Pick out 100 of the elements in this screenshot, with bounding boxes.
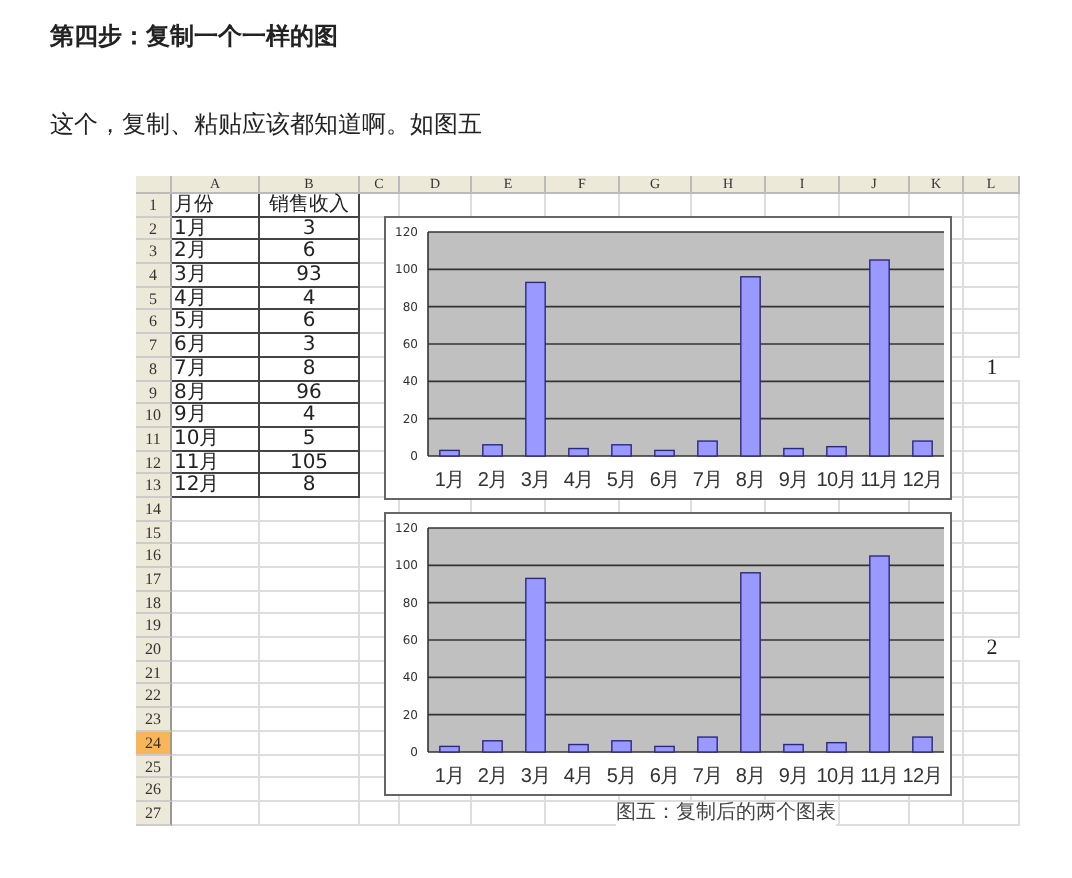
table-cell [964, 194, 1020, 218]
bar [912, 440, 933, 457]
row-header[interactable]: 3 [136, 240, 172, 265]
table-cell: 5月 [172, 310, 260, 335]
axis-label: 6月 [649, 766, 680, 788]
table-cell [964, 287, 1020, 311]
axis-label: 9月 [778, 470, 809, 492]
figure-caption: 图五：复制后的两个图表 [616, 802, 836, 826]
row-header[interactable]: 9 [136, 381, 172, 405]
table-cell: 3月 [172, 264, 260, 288]
row-header[interactable]: 24 [136, 731, 172, 755]
step-heading: 第四步：复制一个一样的图 [50, 20, 338, 52]
table-cell [260, 778, 360, 802]
axis-label: 1月 [434, 470, 465, 492]
bar [912, 736, 933, 753]
table-cell [964, 427, 1020, 452]
select-all-corner[interactable] [136, 176, 172, 194]
row-header[interactable]: 12 [136, 451, 172, 475]
row-header[interactable]: 2 [136, 217, 172, 241]
bar [826, 445, 847, 457]
table-cell [840, 801, 910, 826]
table-cell [172, 638, 260, 662]
row-header[interactable]: 11 [136, 427, 172, 452]
table-cell [472, 801, 546, 826]
row-header[interactable]: 23 [136, 708, 172, 732]
table-cell [172, 755, 260, 779]
row-header[interactable]: 22 [136, 684, 172, 709]
table-cell [260, 755, 360, 779]
table-cell [172, 684, 260, 709]
row-header[interactable]: 21 [136, 661, 172, 685]
table-cell [964, 381, 1020, 405]
table-cell [172, 544, 260, 568]
row-header[interactable]: 7 [136, 334, 172, 358]
axis-label: 2月 [477, 766, 508, 788]
bar [783, 447, 804, 457]
row-header[interactable]: 16 [136, 544, 172, 568]
table-cell: 93 [260, 264, 360, 288]
row-header[interactable]: 20 [136, 638, 172, 662]
row-header[interactable]: 25 [136, 755, 172, 779]
row-header[interactable]: 13 [136, 474, 172, 498]
table-cell [260, 801, 360, 826]
axis-label: 9月 [778, 766, 809, 788]
table-cell [172, 614, 260, 639]
bar [654, 745, 675, 753]
table-cell: 6月 [172, 334, 260, 358]
table-cell [172, 568, 260, 592]
table-cell [964, 521, 1020, 545]
table-cell [400, 801, 472, 826]
table-cell [964, 544, 1020, 568]
axis-label: 7月 [692, 766, 723, 788]
bar [654, 449, 675, 457]
table-cell: 10月 [172, 427, 260, 452]
table-cell [172, 521, 260, 545]
row-header[interactable]: 27 [136, 801, 172, 826]
row-header[interactable]: 26 [136, 778, 172, 802]
table-cell [964, 661, 1020, 685]
table-cell [964, 591, 1020, 615]
table-cell [260, 521, 360, 545]
table-cell [964, 240, 1020, 265]
row-header[interactable]: 10 [136, 404, 172, 428]
row-header[interactable]: 1 [136, 194, 172, 218]
row-header[interactable]: 18 [136, 591, 172, 615]
table-cell: 1月 [172, 217, 260, 241]
row-header[interactable]: 4 [136, 264, 172, 288]
table-cell: 2 [964, 638, 1020, 662]
table-cell [360, 801, 400, 826]
axis-label: 11月 [860, 470, 899, 492]
table-cell: 6 [260, 310, 360, 335]
axis-label: 3月 [520, 470, 551, 492]
axis-label: 6月 [649, 470, 680, 492]
axis-label: 4月 [563, 766, 594, 788]
bar [439, 449, 460, 457]
row-header[interactable]: 17 [136, 568, 172, 592]
table-cell [172, 591, 260, 615]
row-header[interactable]: 5 [136, 287, 172, 311]
bar [611, 740, 632, 753]
table-cell: 销售收入 [260, 194, 360, 218]
table-cell [964, 264, 1020, 288]
table-cell [964, 404, 1020, 428]
row-header[interactable]: 19 [136, 614, 172, 639]
table-cell: 月份 [172, 194, 260, 218]
table-cell: 3 [260, 217, 360, 241]
table-cell [172, 778, 260, 802]
table-cell [964, 801, 1020, 826]
table-cell [172, 801, 260, 826]
table-cell [964, 497, 1020, 522]
row-header[interactable]: 8 [136, 357, 172, 381]
paragraph: 这个，复制、粘贴应该都知道啊。如图五 [50, 108, 482, 140]
table-cell [964, 778, 1020, 802]
axis-label: 8月 [735, 766, 766, 788]
bar [568, 743, 589, 753]
axis-label: 5月 [606, 470, 637, 492]
row-header[interactable]: 6 [136, 310, 172, 335]
table-cell: 6 [260, 240, 360, 265]
row-header[interactable]: 14 [136, 497, 172, 522]
axis-label: 12月 [902, 470, 943, 492]
table-cell: 4 [260, 287, 360, 311]
row-header[interactable]: 15 [136, 521, 172, 545]
axis-label: 10月 [816, 766, 857, 788]
axis-label: 8月 [735, 470, 766, 492]
